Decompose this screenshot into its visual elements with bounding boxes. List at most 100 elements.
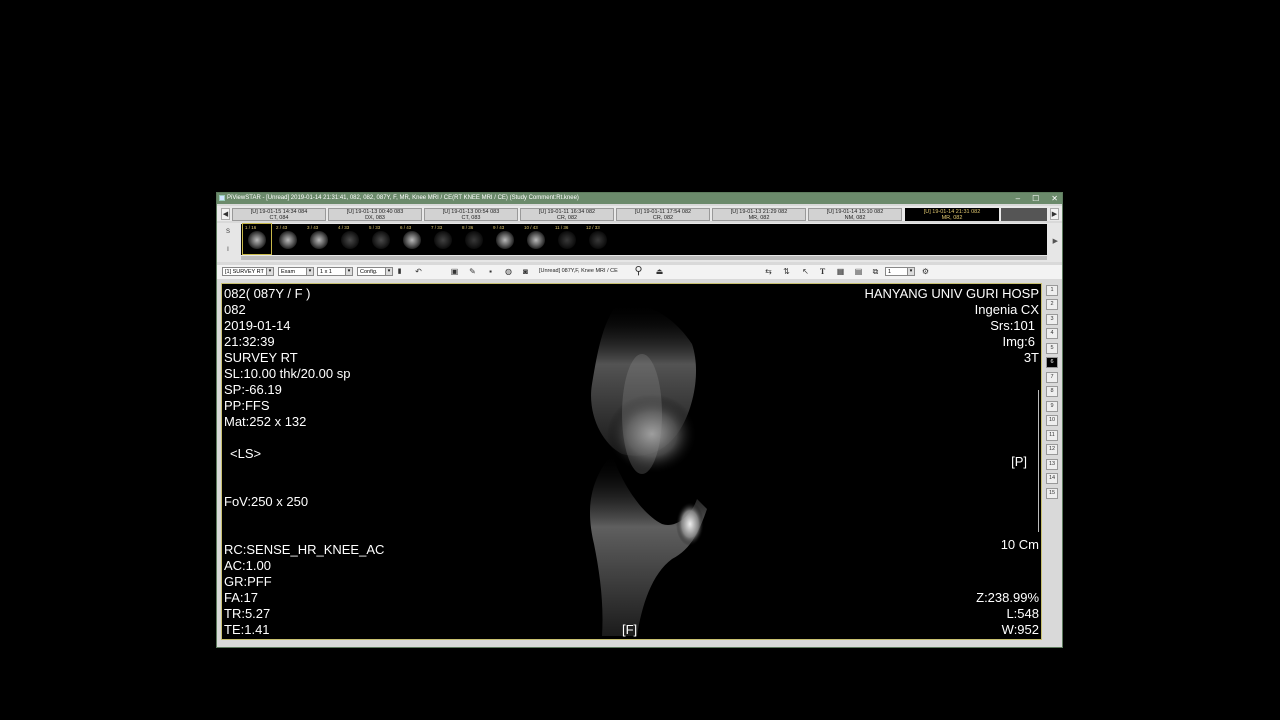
monitor-icon[interactable]: ▣ <box>449 266 460 277</box>
series-thumbnail[interactable]: 6 / 43 <box>398 224 426 254</box>
series-thumbnail[interactable]: 9 / 43 <box>491 224 519 254</box>
thumbnail-image <box>372 231 390 249</box>
thumbnail-image <box>496 231 514 249</box>
image-viewport[interactable]: 082( 087Y / F ) 082 2019-01-14 21:32:39 … <box>221 283 1042 640</box>
image-index-item[interactable]: 4 <box>1046 328 1058 339</box>
thumbnail-next-arrow-icon[interactable]: ▶ <box>1053 237 1058 245</box>
slice-info: SL:10.00 thk/20.00 sp <box>224 366 351 381</box>
maximize-button[interactable]: ☐ <box>1032 193 1039 204</box>
thumbnail-scrollbar[interactable] <box>241 256 1047 260</box>
edit-icon[interactable]: ✎ <box>467 266 478 277</box>
series-thumbnail[interactable]: 3 / 43 <box>305 224 333 254</box>
study-tab[interactable]: [U] 19-01-13 00:54 083 CT, 083 <box>424 208 518 221</box>
image-index-item[interactable]: 1 <box>1046 285 1058 296</box>
orientation-bottom: [F] <box>622 622 638 637</box>
series-thumbnail[interactable]: 1 / 16 <box>242 223 272 255</box>
image-index-item[interactable]: 13 <box>1046 459 1058 470</box>
pin-icon[interactable]: ▮ <box>394 266 405 277</box>
layout-icon[interactable]: ▤ <box>853 266 864 277</box>
image-index-item[interactable]: 2 <box>1046 299 1058 310</box>
study-tab[interactable]: [U] 19-01-13 21:29 082 MR, 082 <box>712 208 806 221</box>
thumbnail-image <box>403 231 421 249</box>
series-thumbnail[interactable]: 8 / 36 <box>460 224 488 254</box>
thumbnail-image <box>465 231 483 249</box>
image-number: Img:6 <box>1002 334 1035 349</box>
chevron-down-icon: ▾ <box>907 268 914 275</box>
flip-vertical-icon[interactable]: ⇅ <box>781 266 792 277</box>
study-tab[interactable]: [U] 19-01-14 15:10 082 NM, 082 <box>808 208 902 221</box>
title-bar: PiViewSTAR - [Unread] 2019-01-14 21:31:4… <box>217 193 1062 204</box>
minimize-button[interactable]: – <box>1016 193 1020 204</box>
globe-icon[interactable]: ◍ <box>503 266 514 277</box>
series-thumbnail[interactable]: 11 / 36 <box>553 224 581 254</box>
study-time: 21:32:39 <box>224 334 275 349</box>
series-select[interactable]: [1] SURVEY RT ▾ <box>222 267 274 276</box>
camera-icon[interactable]: ◙ <box>520 266 531 277</box>
thumbnail-image <box>341 231 359 249</box>
fov-info: FoV:250 x 250 <box>224 494 309 509</box>
image-index-item-active[interactable]: 6 <box>1046 357 1058 368</box>
thumbnail-image <box>279 231 297 249</box>
series-thumbnail[interactable]: 7 / 33 <box>429 224 457 254</box>
eject-icon[interactable]: ⏏ <box>654 266 665 277</box>
grid-icon[interactable]: ▦ <box>835 266 846 277</box>
series-number: Srs:101 <box>990 318 1035 333</box>
fa-info: FA:17 <box>224 590 258 605</box>
tabs-next-arrow-icon[interactable]: ▶ <box>1050 208 1059 220</box>
window-level: L:548 <box>1006 606 1039 621</box>
app-icon <box>219 195 225 201</box>
mri-image <box>589 303 707 636</box>
study-tab[interactable]: [U] 19-01-13 00:40 083 DX, 083 <box>328 208 422 221</box>
study-tab-active[interactable]: [U] 19-01-14 21:31 082 MR, 082 <box>905 208 999 221</box>
window-width: W:952 <box>1001 622 1039 637</box>
undo-icon[interactable]: ↶ <box>413 266 424 277</box>
study-tab-blank <box>1001 208 1047 221</box>
thumbnail-image <box>310 231 328 249</box>
ac-info: AC:1.00 <box>224 558 271 573</box>
toolbar: [1] SURVEY RT ▾ Exam ▾ 1 x 1 ▾ Config. ▾ ▮ ↶… <box>217 265 1062 279</box>
image-index-item[interactable]: 15 <box>1046 488 1058 499</box>
image-index-item[interactable]: 8 <box>1046 386 1058 397</box>
series-thumbnail[interactable]: 12 / 33 <box>584 224 612 254</box>
thumbnail-image <box>434 231 452 249</box>
thumbnail-row: S I 1 / 16 2 / 43 3 / 43 4 / 33 5 / 33 6… <box>217 223 1062 262</box>
series-thumbnail[interactable]: 5 / 33 <box>367 224 395 254</box>
device-name: Ingenia CX <box>974 302 1039 317</box>
flip-horizontal-icon[interactable]: ⇆ <box>763 266 774 277</box>
image-index-item[interactable]: 3 <box>1046 314 1058 325</box>
close-button[interactable]: ✕ <box>1051 193 1058 204</box>
pointer-icon[interactable]: ↖ <box>800 266 811 277</box>
chevron-down-icon: ▾ <box>345 268 352 275</box>
zoom-level: Z:238.99% <box>976 590 1039 605</box>
thumbnail-image <box>558 231 576 249</box>
image-index-item[interactable]: 9 <box>1046 401 1058 412</box>
config-select[interactable]: Config. ▾ <box>357 267 393 276</box>
save-icon[interactable]: ▪ <box>485 266 496 277</box>
magnifier-icon[interactable]: ⚲ <box>633 266 644 277</box>
image-index-item[interactable]: 5 <box>1046 343 1058 354</box>
frame-select[interactable]: 1 ▾ <box>885 267 915 276</box>
image-index-item[interactable]: 7 <box>1046 372 1058 383</box>
study-tab[interactable]: [U] 19-01-15 14:34 084 CT, 084 <box>232 208 326 221</box>
thumbnail-image <box>248 231 266 249</box>
study-tab[interactable]: [U] 19-01-11 17:54 082 CR, 082 <box>616 208 710 221</box>
series-thumbnail[interactable]: 4 / 33 <box>336 224 364 254</box>
tr-info: TR:5.27 <box>224 606 271 621</box>
patient-id: 082( 087Y / F ) <box>224 286 311 301</box>
tabs-prev-arrow-icon[interactable]: ◀ <box>221 208 230 220</box>
series-thumbnail[interactable]: 10 / 43 <box>522 224 550 254</box>
image-index-item[interactable]: 10 <box>1046 415 1058 426</box>
text-icon[interactable]: T <box>817 266 828 277</box>
image-index-item[interactable]: 11 <box>1046 430 1058 441</box>
hospital-name: HANYANG UNIV GURI HOSP <box>864 286 1039 301</box>
sync-icon[interactable]: ⧉ <box>870 266 881 277</box>
image-index-item[interactable]: 12 <box>1046 444 1058 455</box>
settings-icon[interactable]: ⚙ <box>920 266 931 277</box>
exam-select[interactable]: Exam ▾ <box>278 267 314 276</box>
thumb-side-top: S <box>225 229 230 235</box>
layout-select[interactable]: 1 x 1 ▾ <box>317 267 353 276</box>
image-index-item[interactable]: 14 <box>1046 473 1058 484</box>
study-tab[interactable]: [U] 19-01-11 16:34 082 CR, 082 <box>520 208 614 221</box>
study-status: [Unread] 087Y,F, Knee MRI / CE <box>539 268 618 274</box>
series-thumbnail[interactable]: 2 / 43 <box>274 224 302 254</box>
